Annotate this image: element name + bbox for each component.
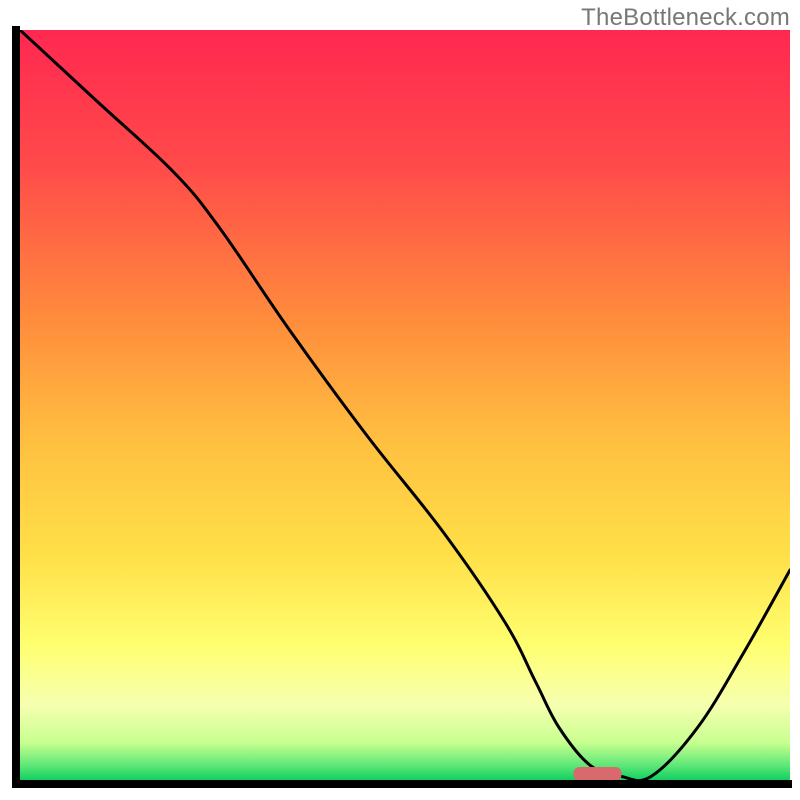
plot-background	[20, 30, 790, 780]
optimal-marker	[574, 767, 622, 781]
chart-container: TheBottleneck.com	[0, 0, 800, 800]
bottleneck-chart	[0, 0, 800, 800]
